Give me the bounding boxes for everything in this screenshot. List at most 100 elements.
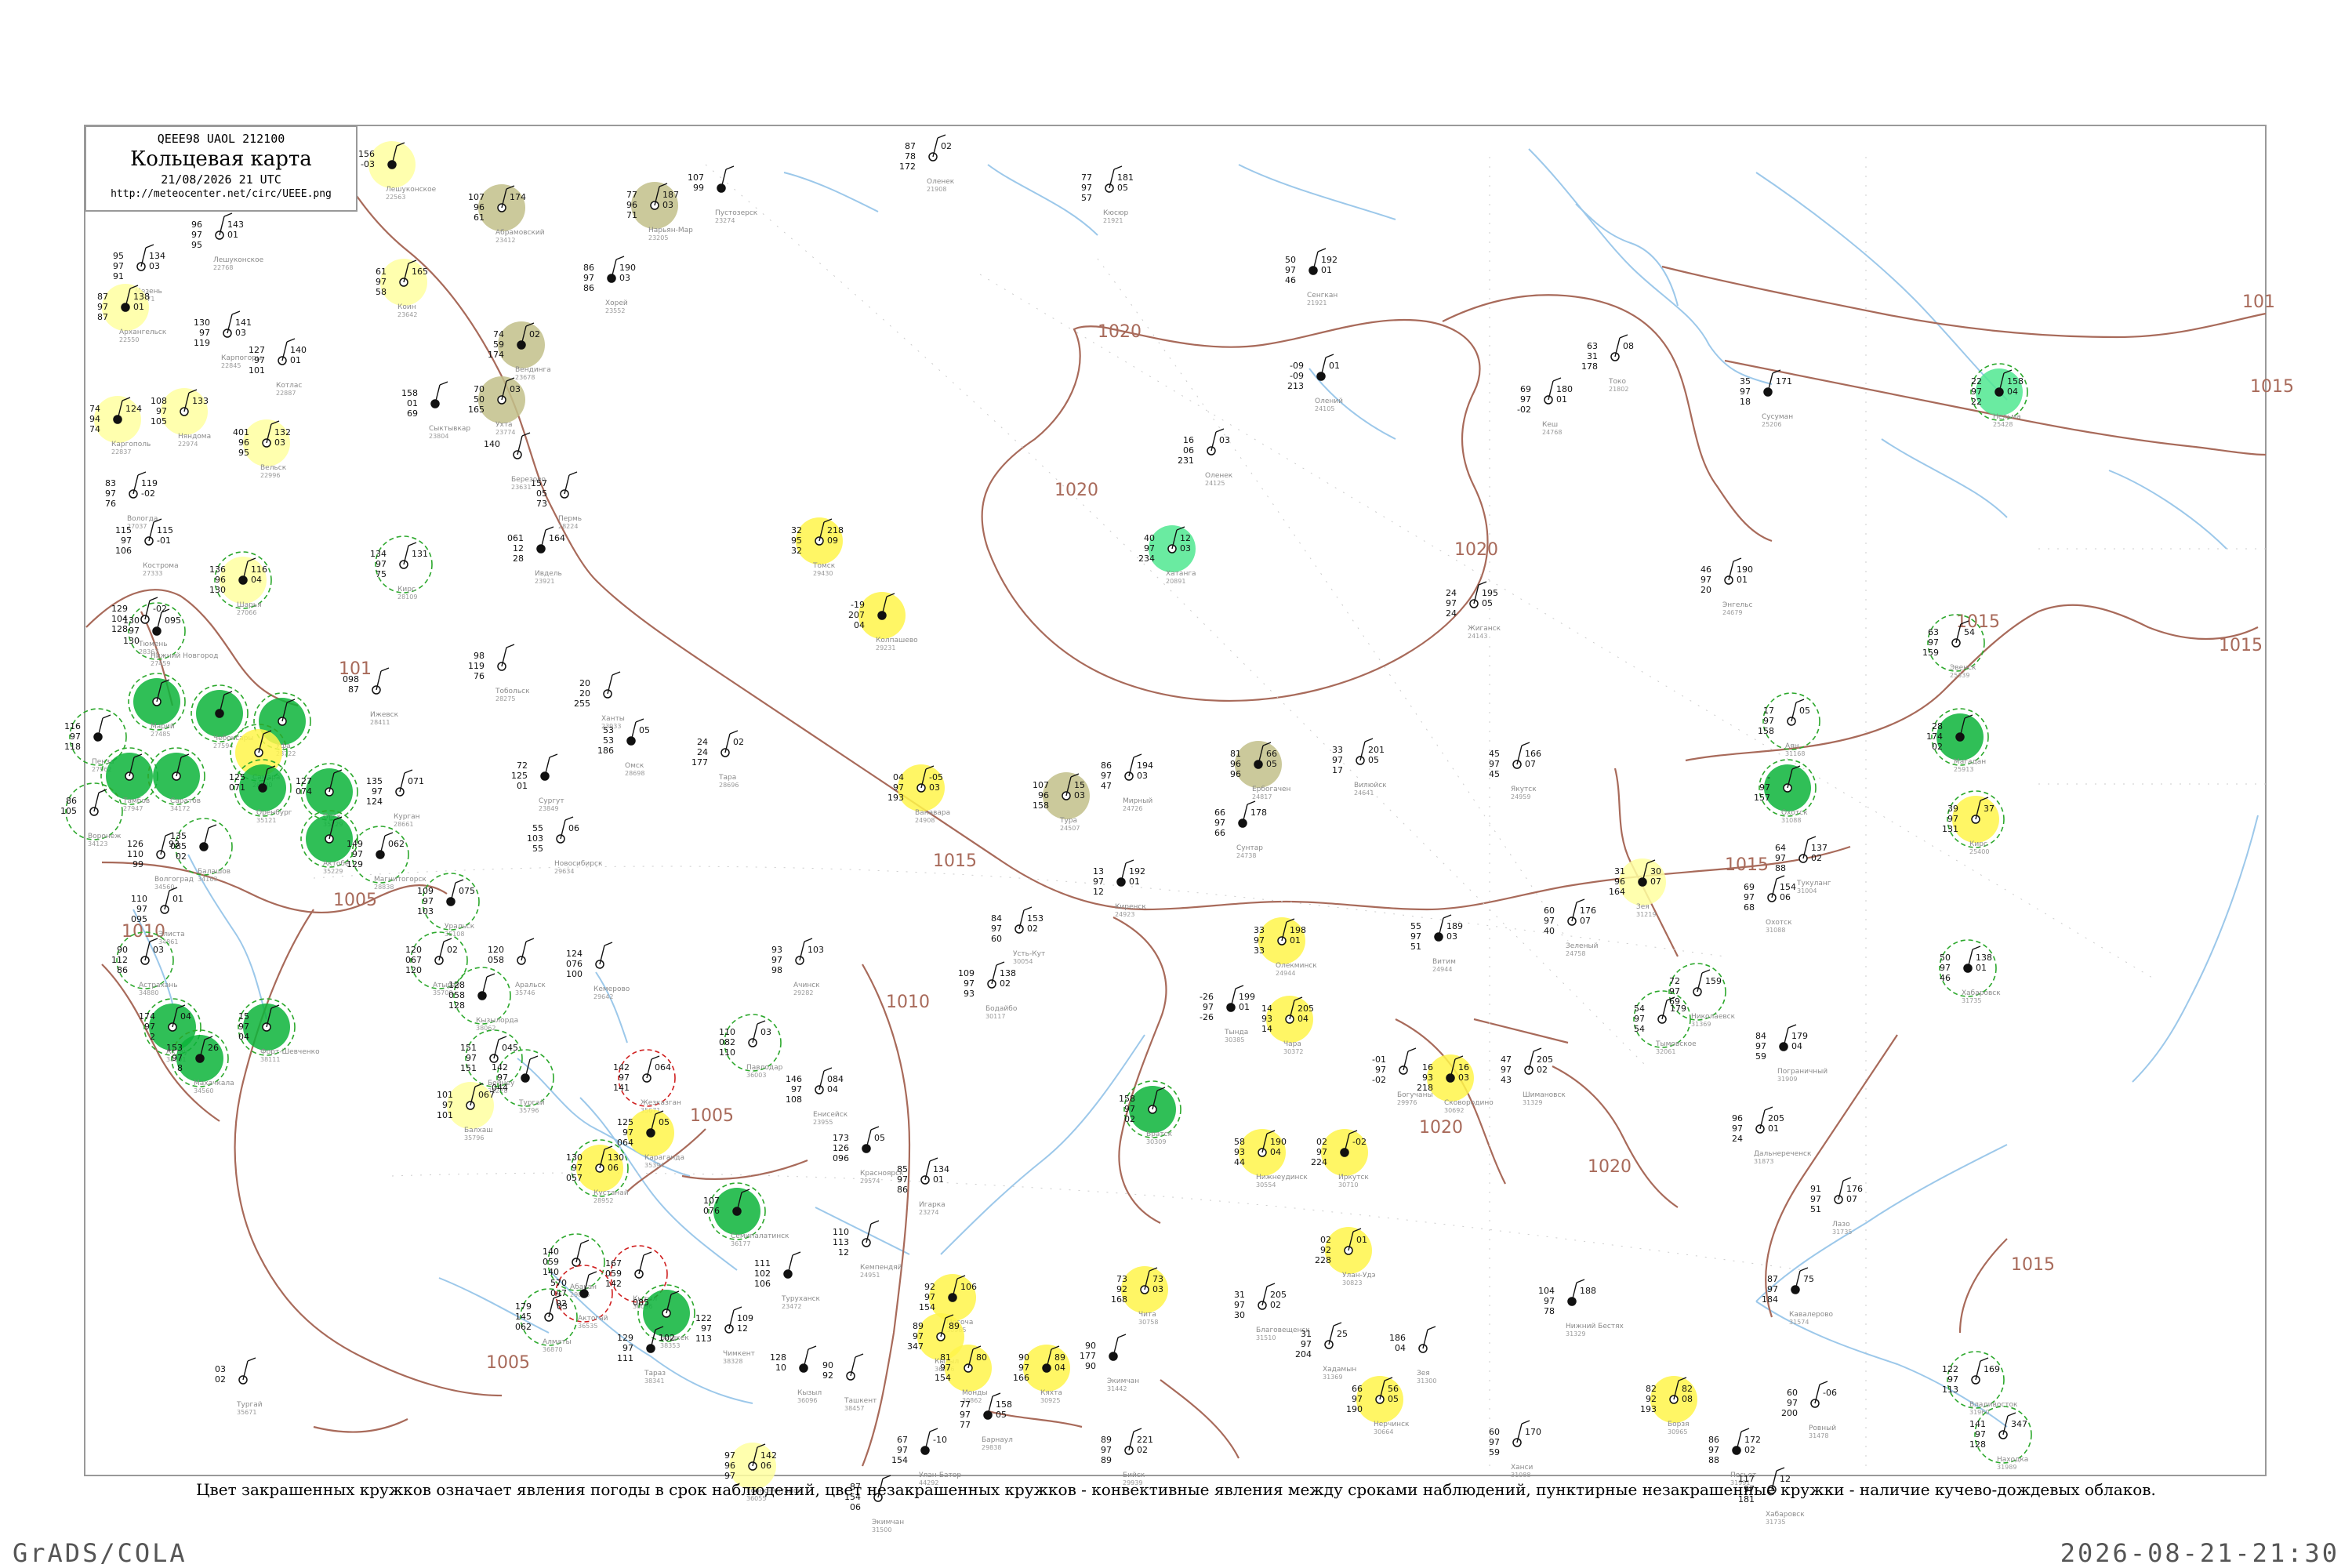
- station-value: 06: [1780, 892, 1791, 902]
- station-value: 02: [447, 945, 458, 955]
- station-name: Нижний Бестях: [1566, 1323, 1624, 1330]
- station-value: 184: [1762, 1294, 1778, 1305]
- station-value: 81: [940, 1352, 951, 1363]
- station-value: 166: [1525, 749, 1541, 759]
- station-value: 141: [235, 318, 252, 328]
- station-value: 12: [838, 1247, 849, 1258]
- station-value: 199: [1239, 992, 1255, 1002]
- station-value: 03: [1458, 1073, 1469, 1083]
- station-name: Сургут: [539, 797, 564, 805]
- station-value: 88: [1708, 1455, 1719, 1465]
- station-name: Архангельск: [119, 328, 167, 336]
- station-id: 24944: [1276, 970, 1295, 977]
- station-value: 67: [897, 1435, 908, 1445]
- station-value: 05: [996, 1410, 1007, 1420]
- station-value: 100: [566, 969, 583, 979]
- station-value: 89: [949, 1321, 960, 1331]
- station-name: Астрахань: [139, 982, 178, 989]
- station-value: 95: [238, 448, 249, 458]
- station-id: 23933: [601, 723, 621, 730]
- station-value: 062: [515, 1322, 532, 1332]
- station-value: 140: [484, 439, 500, 449]
- station-id: 31219: [1636, 911, 1656, 918]
- station-value: 55: [532, 823, 543, 833]
- station-id: 30925: [1040, 1397, 1060, 1404]
- station-value: 25: [1337, 1329, 1348, 1339]
- station-value: 03: [149, 261, 160, 271]
- station-name: Няндома: [178, 433, 211, 441]
- isobar-label: 1020: [1054, 481, 1098, 500]
- station-id: 28952: [593, 1197, 613, 1204]
- station-value: 97: [1018, 1363, 1029, 1373]
- station-value: 07: [1650, 877, 1661, 887]
- station-value: 24: [697, 747, 708, 757]
- station-value: 61: [474, 212, 485, 223]
- station-value: 176: [1580, 906, 1596, 916]
- station-value: 97: [1669, 986, 1680, 996]
- station-value: 174: [488, 350, 504, 360]
- station-value: 97: [70, 731, 81, 742]
- station-value: 171: [1776, 376, 1792, 387]
- station-value: 159: [1922, 648, 1939, 658]
- station-value: 97: [1375, 1065, 1386, 1075]
- station-id: 23642: [397, 311, 417, 318]
- station-name: Лешуконское: [213, 256, 264, 264]
- station-value: 177: [1080, 1351, 1096, 1361]
- station-name: Хабаровск: [1766, 1511, 1805, 1519]
- station-id: 35121: [256, 817, 276, 824]
- station-value: 101: [249, 365, 265, 376]
- station-name: Охотск: [1781, 809, 1808, 817]
- station-value: 12: [1093, 887, 1104, 897]
- station-value: 97: [1093, 877, 1104, 887]
- station-id: 36870: [543, 1346, 562, 1353]
- station-id: 24738: [1236, 852, 1256, 859]
- station-value: 86: [897, 1185, 908, 1195]
- station-name: Сусуман: [1762, 413, 1793, 421]
- station-value: 122: [695, 1313, 712, 1323]
- station-value: 97: [1544, 1296, 1555, 1306]
- station-name: Тында: [1224, 1029, 1248, 1036]
- station-value: 56: [1388, 1384, 1399, 1394]
- station-value: 83: [105, 478, 116, 488]
- station-id: 31510: [1256, 1334, 1276, 1341]
- station-value: 116: [64, 721, 81, 731]
- station-value: 80: [976, 1352, 987, 1363]
- station-value: 63: [1928, 627, 1939, 637]
- station-value: 68: [1744, 902, 1755, 913]
- station-value: 076: [703, 1206, 720, 1216]
- isobar-label: 1015: [2219, 636, 2263, 655]
- station-value: 02: [215, 1374, 226, 1385]
- station-id: 35796: [519, 1107, 539, 1114]
- station-value: 95: [113, 251, 124, 261]
- station-value: 22: [1971, 376, 1982, 387]
- station-value: 132: [274, 427, 291, 437]
- station-name: Мирный: [1123, 797, 1152, 805]
- station-value: 064: [655, 1062, 671, 1073]
- station-value: 58: [376, 287, 387, 297]
- station-value: 05: [1799, 706, 1810, 716]
- station-value: 156: [358, 149, 375, 159]
- station-value: 97: [1947, 1374, 1958, 1385]
- station-value: 134: [370, 549, 387, 559]
- station-value: 120: [405, 965, 422, 975]
- station-value: 03: [1137, 771, 1148, 781]
- station-name: Вендинга: [515, 366, 551, 374]
- station-value: 172: [1744, 1435, 1761, 1445]
- station-value: 97: [254, 355, 265, 365]
- bulletin-code: QEEE98 UAOL 212100: [157, 132, 285, 146]
- station-name: Каргополь: [111, 441, 151, 448]
- station-value: 97: [1081, 183, 1092, 193]
- station-name: Кеш: [1542, 421, 1558, 429]
- station-value: 207: [848, 610, 865, 620]
- station-value: 97: [619, 1073, 630, 1083]
- station-value: 158: [1758, 726, 1774, 736]
- station-value: 55: [532, 844, 543, 854]
- station-value: 130: [608, 1152, 624, 1163]
- station-value: 96: [1230, 759, 1241, 769]
- station-value: 06: [760, 1461, 771, 1471]
- station-id: 23774: [495, 429, 515, 436]
- station-value: 110: [719, 1027, 735, 1037]
- station-name: Иркутск: [1338, 1174, 1369, 1181]
- station-id: 24768: [1542, 429, 1562, 436]
- station-value: -09: [1290, 371, 1304, 381]
